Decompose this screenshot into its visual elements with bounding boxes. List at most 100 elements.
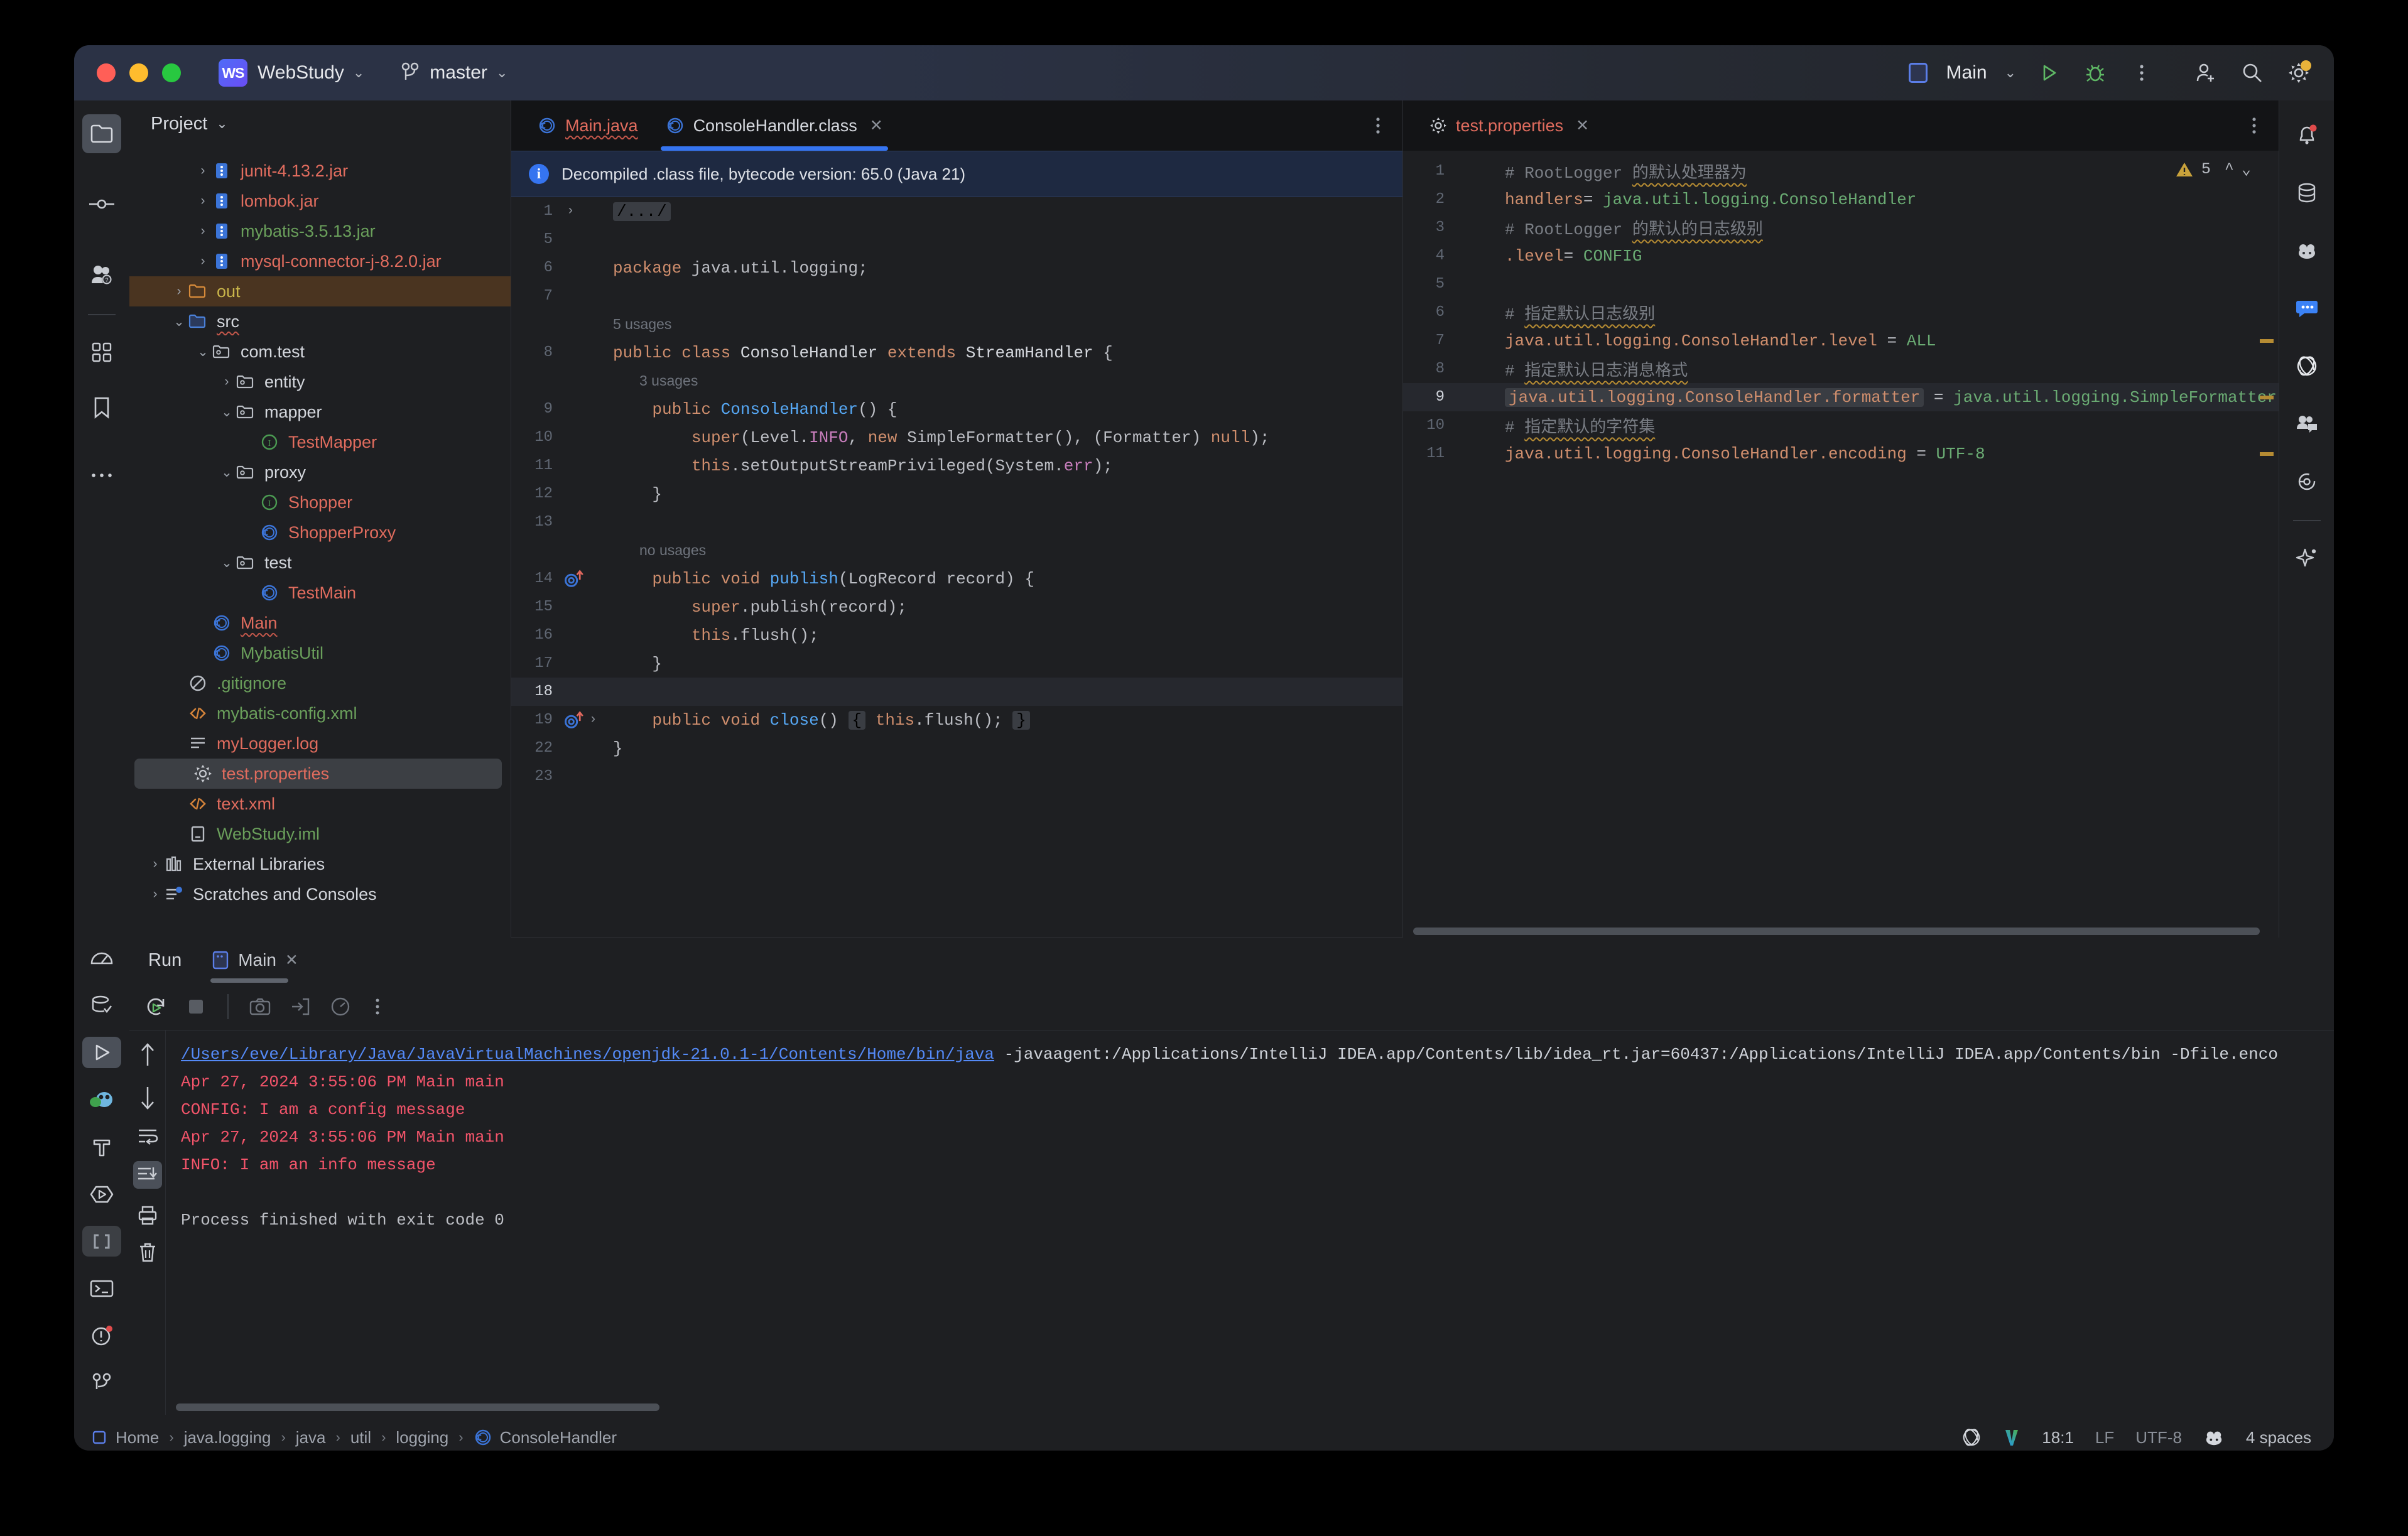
tree-node-out[interactable]: ›out bbox=[129, 276, 511, 306]
tree-node-text-xml[interactable]: text.xml bbox=[129, 789, 511, 819]
chat-bubble-icon[interactable] bbox=[2287, 289, 2326, 328]
close-icon[interactable]: ✕ bbox=[285, 951, 298, 970]
run-configuration-selector[interactable]: Main ⌄ bbox=[1909, 62, 2016, 84]
git-history-icon[interactable] bbox=[2287, 462, 2326, 501]
project-tree[interactable]: ›junit-4.13.2.jar›lombok.jar›mybatis-3.5… bbox=[129, 147, 511, 909]
tree-node-mybatis-config-xml[interactable]: mybatis-config.xml bbox=[129, 698, 511, 728]
breadcrumb-item[interactable]: Home bbox=[116, 1428, 159, 1447]
breadcrumb-item[interactable]: java.logging bbox=[184, 1428, 271, 1447]
expand-arrow-icon[interactable]: › bbox=[195, 193, 211, 208]
tree-node-webstudy-iml[interactable]: WebStudy.iml bbox=[129, 819, 511, 849]
expand-arrow-icon[interactable]: ⌄ bbox=[219, 404, 235, 420]
rerun-button[interactable] bbox=[138, 989, 173, 1024]
fold-arrow-icon[interactable]: › bbox=[589, 713, 597, 727]
git-branch-icon[interactable] bbox=[82, 1368, 121, 1398]
soft-wrap-icon[interactable] bbox=[137, 1127, 158, 1145]
expand-arrow-icon[interactable]: › bbox=[195, 224, 211, 239]
tree-node-entity[interactable]: ›entity bbox=[129, 367, 511, 397]
tree-node-external-libraries[interactable]: ›External Libraries bbox=[129, 849, 511, 879]
vcs-status-icon[interactable] bbox=[2003, 1428, 2020, 1447]
import-icon[interactable] bbox=[283, 989, 318, 1024]
console-horizontal-scrollbar[interactable] bbox=[176, 1403, 659, 1411]
editor-options-button[interactable] bbox=[1375, 115, 1381, 136]
camera-icon[interactable] bbox=[242, 989, 278, 1024]
override-icon[interactable] bbox=[563, 568, 584, 590]
expand-arrow-icon[interactable]: › bbox=[219, 374, 235, 389]
expand-arrow-icon[interactable]: › bbox=[147, 887, 163, 902]
debug-button[interactable] bbox=[2081, 59, 2109, 87]
ai-assistant-status-icon[interactable] bbox=[2203, 1428, 2225, 1447]
breadcrumb-item[interactable]: logging bbox=[396, 1428, 448, 1447]
settings-gear-icon[interactable] bbox=[2285, 59, 2313, 87]
database-icon[interactable] bbox=[2287, 173, 2326, 212]
line-separator[interactable]: LF bbox=[2095, 1428, 2114, 1447]
run-more-actions-button[interactable] bbox=[363, 989, 392, 1024]
commit-tool-icon[interactable] bbox=[82, 185, 121, 224]
ai-sparkle-icon[interactable] bbox=[2287, 539, 2326, 578]
tree-node-test[interactable]: ⌄test bbox=[129, 548, 511, 578]
folded-region[interactable]: /... / bbox=[613, 202, 671, 221]
maximize-window-button[interactable] bbox=[162, 63, 181, 82]
tree-node-mapper[interactable]: ⌄mapper bbox=[129, 397, 511, 427]
tree-node-main[interactable]: Main bbox=[129, 608, 511, 638]
print-icon[interactable] bbox=[138, 1205, 158, 1225]
tab-consolehandler-class[interactable]: ConsoleHandler.class✕ bbox=[652, 100, 897, 151]
breadcrumb-item[interactable]: ConsoleHandler bbox=[500, 1428, 617, 1447]
profiler-icon[interactable] bbox=[82, 943, 121, 973]
tree-node-com-test[interactable]: ⌄com.test bbox=[129, 337, 511, 367]
close-icon[interactable]: ✕ bbox=[870, 116, 883, 135]
expand-arrow-icon[interactable]: › bbox=[147, 857, 163, 872]
console-link[interactable]: /Users/eve/Library/Java/JavaVirtualMachi… bbox=[181, 1045, 994, 1064]
editor-tab-bar-properties[interactable]: test.properties ✕ bbox=[1403, 100, 2279, 151]
expand-arrow-icon[interactable]: ⌄ bbox=[219, 555, 235, 571]
tree-node-src[interactable]: ⌄src bbox=[129, 306, 511, 337]
expand-arrow-icon[interactable]: ⌄ bbox=[219, 465, 235, 480]
openai-icon[interactable] bbox=[2287, 347, 2326, 386]
snippets-icon[interactable] bbox=[82, 1226, 121, 1257]
expand-arrow-icon[interactable]: ⌄ bbox=[171, 314, 187, 330]
search-icon[interactable] bbox=[2238, 59, 2266, 87]
run-tool-icon[interactable] bbox=[82, 1037, 121, 1068]
tree-node-mysql-connector-j-8-2-0-jar[interactable]: ›mysql-connector-j-8.2.0.jar bbox=[129, 246, 511, 276]
project-tool-icon[interactable] bbox=[82, 114, 121, 153]
tree-node-junit-4-13-2-jar[interactable]: ›junit-4.13.2.jar bbox=[129, 156, 511, 186]
breadcrumb[interactable]: Home›java.logging›java›util›logging›Cons… bbox=[116, 1428, 617, 1447]
breadcrumb-item[interactable]: util bbox=[350, 1428, 371, 1447]
code-editor-properties[interactable]: 5 ^ ⌄ 1# RootLogger 的默认处理器为2handlers= ja… bbox=[1403, 151, 2279, 926]
tree-node-testmapper[interactable]: ITestMapper bbox=[129, 427, 511, 457]
gauge-icon[interactable] bbox=[323, 989, 358, 1024]
tree-node-scratches-and-consoles[interactable]: ›Scratches and Consoles bbox=[129, 879, 511, 909]
terminal-icon[interactable] bbox=[82, 1273, 121, 1304]
code-with-me-icon[interactable] bbox=[2287, 404, 2326, 443]
mybatis-icon[interactable] bbox=[82, 1084, 121, 1115]
editor-options-button[interactable] bbox=[2251, 115, 2257, 136]
breadcrumb-item[interactable]: java bbox=[296, 1428, 326, 1447]
pull-requests-tool-icon[interactable]: ? bbox=[82, 255, 121, 294]
run-tab-main[interactable]: Main ✕ bbox=[204, 938, 306, 983]
inspection-widget[interactable]: 5 ^ ⌄ bbox=[2175, 160, 2251, 179]
openai-status-icon[interactable] bbox=[1961, 1427, 1982, 1447]
tree-node--gitignore[interactable]: .gitignore bbox=[129, 668, 511, 698]
scroll-up-icon[interactable] bbox=[138, 1042, 157, 1068]
code-editor-decompiled[interactable]: 1›/... /56package java.util.logging;75 u… bbox=[511, 197, 1402, 937]
expand-arrow-icon[interactable]: › bbox=[171, 284, 187, 299]
tree-node-testmain[interactable]: TestMain bbox=[129, 578, 511, 608]
close-icon[interactable]: ✕ bbox=[1576, 116, 1589, 135]
tree-node-shopper[interactable]: IShopper bbox=[129, 487, 511, 517]
structure-tool-icon[interactable] bbox=[82, 333, 121, 372]
build-hammer-icon[interactable] bbox=[82, 1132, 121, 1162]
tree-node-mylogger-log[interactable]: myLogger.log bbox=[129, 728, 511, 759]
more-tools-icon[interactable] bbox=[82, 456, 121, 495]
override-icon[interactable] bbox=[563, 710, 584, 731]
ai-assistant-icon[interactable] bbox=[2287, 231, 2326, 270]
next-problem-icon[interactable]: ⌄ bbox=[2242, 160, 2251, 179]
tree-node-mybatis-3-5-13-jar[interactable]: ›mybatis-3.5.13.jar bbox=[129, 216, 511, 246]
tab-test-properties[interactable]: test.properties ✕ bbox=[1416, 100, 1603, 151]
problems-icon[interactable] bbox=[82, 1321, 121, 1351]
run-button[interactable] bbox=[2035, 59, 2063, 87]
chevron-down-icon[interactable]: ⌄ bbox=[216, 116, 227, 132]
horizontal-scrollbar[interactable] bbox=[1413, 928, 2260, 935]
tree-node-proxy[interactable]: ⌄proxy bbox=[129, 457, 511, 487]
tree-node-mybatisutil[interactable]: MybatisUtil bbox=[129, 638, 511, 668]
tree-node-test-properties[interactable]: test.properties bbox=[134, 759, 502, 789]
